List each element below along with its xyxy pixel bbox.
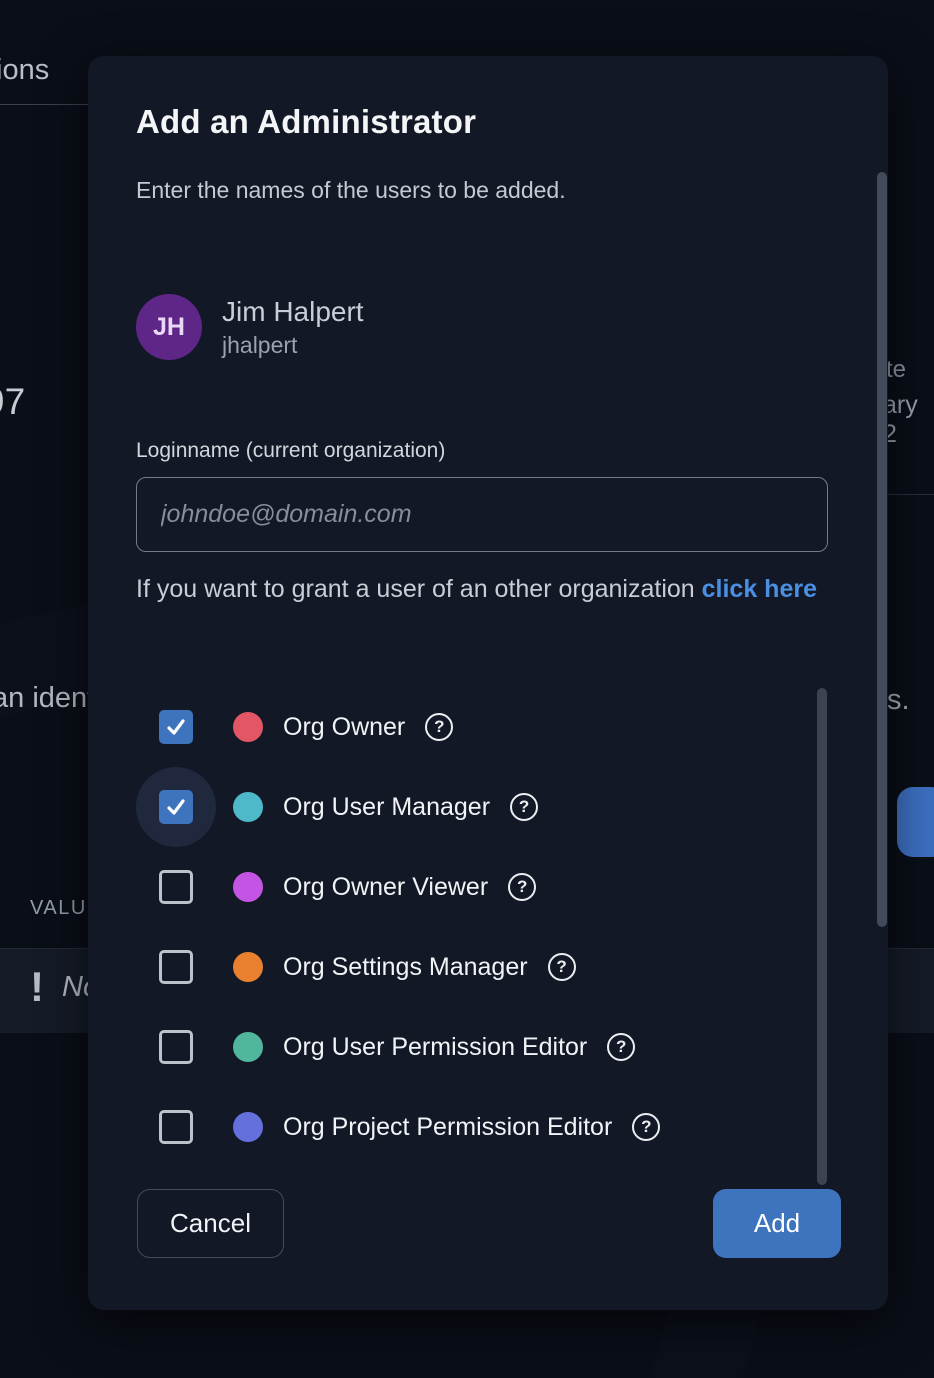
role-label: Org User Manager bbox=[283, 793, 490, 822]
avatar: JH bbox=[136, 294, 202, 360]
role-row[interactable]: Org Owner ? bbox=[136, 687, 828, 767]
role-list: Org Owner ? Org User Manager ? Org Owner… bbox=[136, 687, 828, 1167]
dialog-subtitle: Enter the names of the users to be added… bbox=[136, 177, 566, 204]
role-color-dot bbox=[233, 952, 263, 982]
role-checkbox[interactable] bbox=[159, 790, 193, 824]
add-button[interactable]: Add bbox=[713, 1189, 841, 1258]
dialog-title: Add an Administrator bbox=[136, 103, 476, 141]
role-list-scrollbar[interactable] bbox=[817, 688, 827, 1185]
checkbox-ripple bbox=[136, 927, 216, 1007]
role-row[interactable]: Org Project Permission Editor ? bbox=[136, 1087, 828, 1167]
checkbox-ripple bbox=[136, 687, 216, 767]
background-action-button[interactable] bbox=[897, 787, 934, 857]
loginname-label: Loginname (current organization) bbox=[136, 439, 445, 463]
add-administrator-dialog: Add an Administrator Enter the names of … bbox=[88, 56, 888, 1310]
checkbox-ripple bbox=[136, 1087, 216, 1167]
dialog-scrollbar[interactable] bbox=[877, 172, 887, 927]
background-heading-fragment: ions bbox=[0, 54, 49, 87]
role-row[interactable]: Org User Manager ? bbox=[136, 767, 828, 847]
background-text-fragment: an ident bbox=[0, 682, 95, 715]
user-login-name: jhalpert bbox=[222, 332, 297, 359]
background-divider-right bbox=[886, 494, 934, 495]
role-color-dot bbox=[233, 792, 263, 822]
checkmark-icon bbox=[164, 795, 188, 819]
help-icon[interactable]: ? bbox=[548, 953, 576, 981]
role-label: Org Owner bbox=[283, 713, 405, 742]
role-label: Org User Permission Editor bbox=[283, 1033, 587, 1062]
role-checkbox[interactable] bbox=[159, 710, 193, 744]
role-row[interactable]: Org User Permission Editor ? bbox=[136, 1007, 828, 1087]
help-icon[interactable]: ? bbox=[632, 1113, 660, 1141]
role-label: Org Owner Viewer bbox=[283, 873, 488, 902]
role-checkbox[interactable] bbox=[159, 870, 193, 904]
exclamation-icon: ! bbox=[30, 963, 44, 1011]
loginname-input[interactable] bbox=[136, 477, 828, 552]
background-date-value-fragment: ary 2 bbox=[883, 391, 934, 449]
user-display-name: Jim Halpert bbox=[222, 296, 364, 328]
role-color-dot bbox=[233, 1032, 263, 1062]
help-icon[interactable]: ? bbox=[607, 1033, 635, 1061]
click-here-link[interactable]: click here bbox=[702, 575, 817, 603]
checkbox-ripple bbox=[136, 847, 216, 927]
role-row[interactable]: Org Owner Viewer ? bbox=[136, 847, 828, 927]
role-color-dot bbox=[233, 712, 263, 742]
role-label: Org Project Permission Editor bbox=[283, 1113, 612, 1142]
background-table-column-header: VALU bbox=[30, 897, 87, 920]
checkmark-icon bbox=[164, 715, 188, 739]
background-count-fragment: 97 bbox=[0, 381, 25, 423]
role-color-dot bbox=[233, 872, 263, 902]
cancel-button[interactable]: Cancel bbox=[137, 1189, 284, 1258]
background-date-label-fragment: te bbox=[886, 356, 906, 384]
role-checkbox[interactable] bbox=[159, 950, 193, 984]
role-checkbox[interactable] bbox=[159, 1030, 193, 1064]
checkbox-ripple bbox=[136, 767, 216, 847]
help-text-prefix: If you want to grant a user of an other … bbox=[136, 575, 702, 603]
role-label: Org Settings Manager bbox=[283, 953, 528, 982]
help-icon[interactable]: ? bbox=[425, 713, 453, 741]
app-root: ions 97 te ary 2 an ident s. VALU ! No A… bbox=[0, 0, 934, 1378]
help-icon[interactable]: ? bbox=[508, 873, 536, 901]
role-row[interactable]: Org Settings Manager ? bbox=[136, 927, 828, 1007]
help-icon[interactable]: ? bbox=[510, 793, 538, 821]
background-text-fragment-right: s. bbox=[887, 684, 910, 717]
role-checkbox[interactable] bbox=[159, 1110, 193, 1144]
role-color-dot bbox=[233, 1112, 263, 1142]
checkbox-ripple bbox=[136, 1007, 216, 1087]
other-org-help-text: If you want to grant a user of an other … bbox=[136, 573, 828, 606]
